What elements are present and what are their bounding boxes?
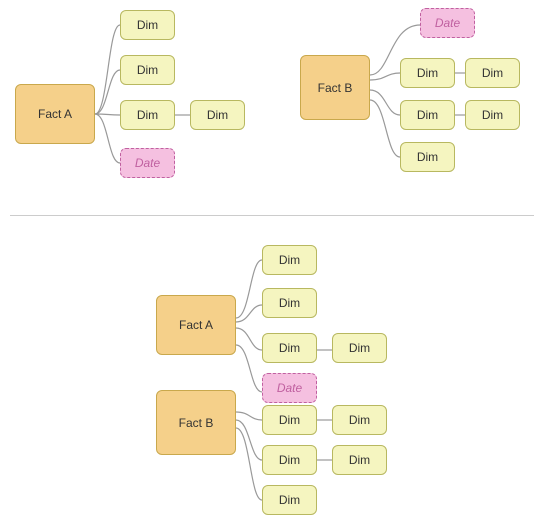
top-right-dim-4: Dim: [465, 100, 520, 130]
bottom-dim-a-4: Dim: [332, 333, 387, 363]
bottom-dim-b-4: Dim: [332, 445, 387, 475]
canvas: Fact A Dim Dim Dim Dim Date Fact B Date …: [0, 0, 544, 530]
bottom-dim-a-3: Dim: [262, 333, 317, 363]
divider: [10, 215, 534, 216]
bottom-dim-b-5: Dim: [262, 485, 317, 515]
top-left-dim-4: Dim: [190, 100, 245, 130]
top-left-fact-a: Fact A: [15, 84, 95, 144]
top-right-fact-b: Fact B: [300, 55, 370, 120]
top-left-date: Date: [120, 148, 175, 178]
bottom-dim-b-1: Dim: [262, 405, 317, 435]
top-right-dim-5: Dim: [400, 142, 455, 172]
top-right-date: Date: [420, 8, 475, 38]
top-right-dim-3: Dim: [400, 100, 455, 130]
top-right-dim-1: Dim: [400, 58, 455, 88]
top-right-dim-2: Dim: [465, 58, 520, 88]
bottom-fact-b: Fact B: [156, 390, 236, 455]
bottom-date: Date: [262, 373, 317, 403]
bottom-dim-b-3: Dim: [262, 445, 317, 475]
bottom-dim-a-1: Dim: [262, 245, 317, 275]
top-left-dim-1: Dim: [120, 10, 175, 40]
top-left-dim-2: Dim: [120, 55, 175, 85]
bottom-fact-a: Fact A: [156, 295, 236, 355]
top-left-dim-3: Dim: [120, 100, 175, 130]
bottom-dim-b-2: Dim: [332, 405, 387, 435]
bottom-dim-a-2: Dim: [262, 288, 317, 318]
